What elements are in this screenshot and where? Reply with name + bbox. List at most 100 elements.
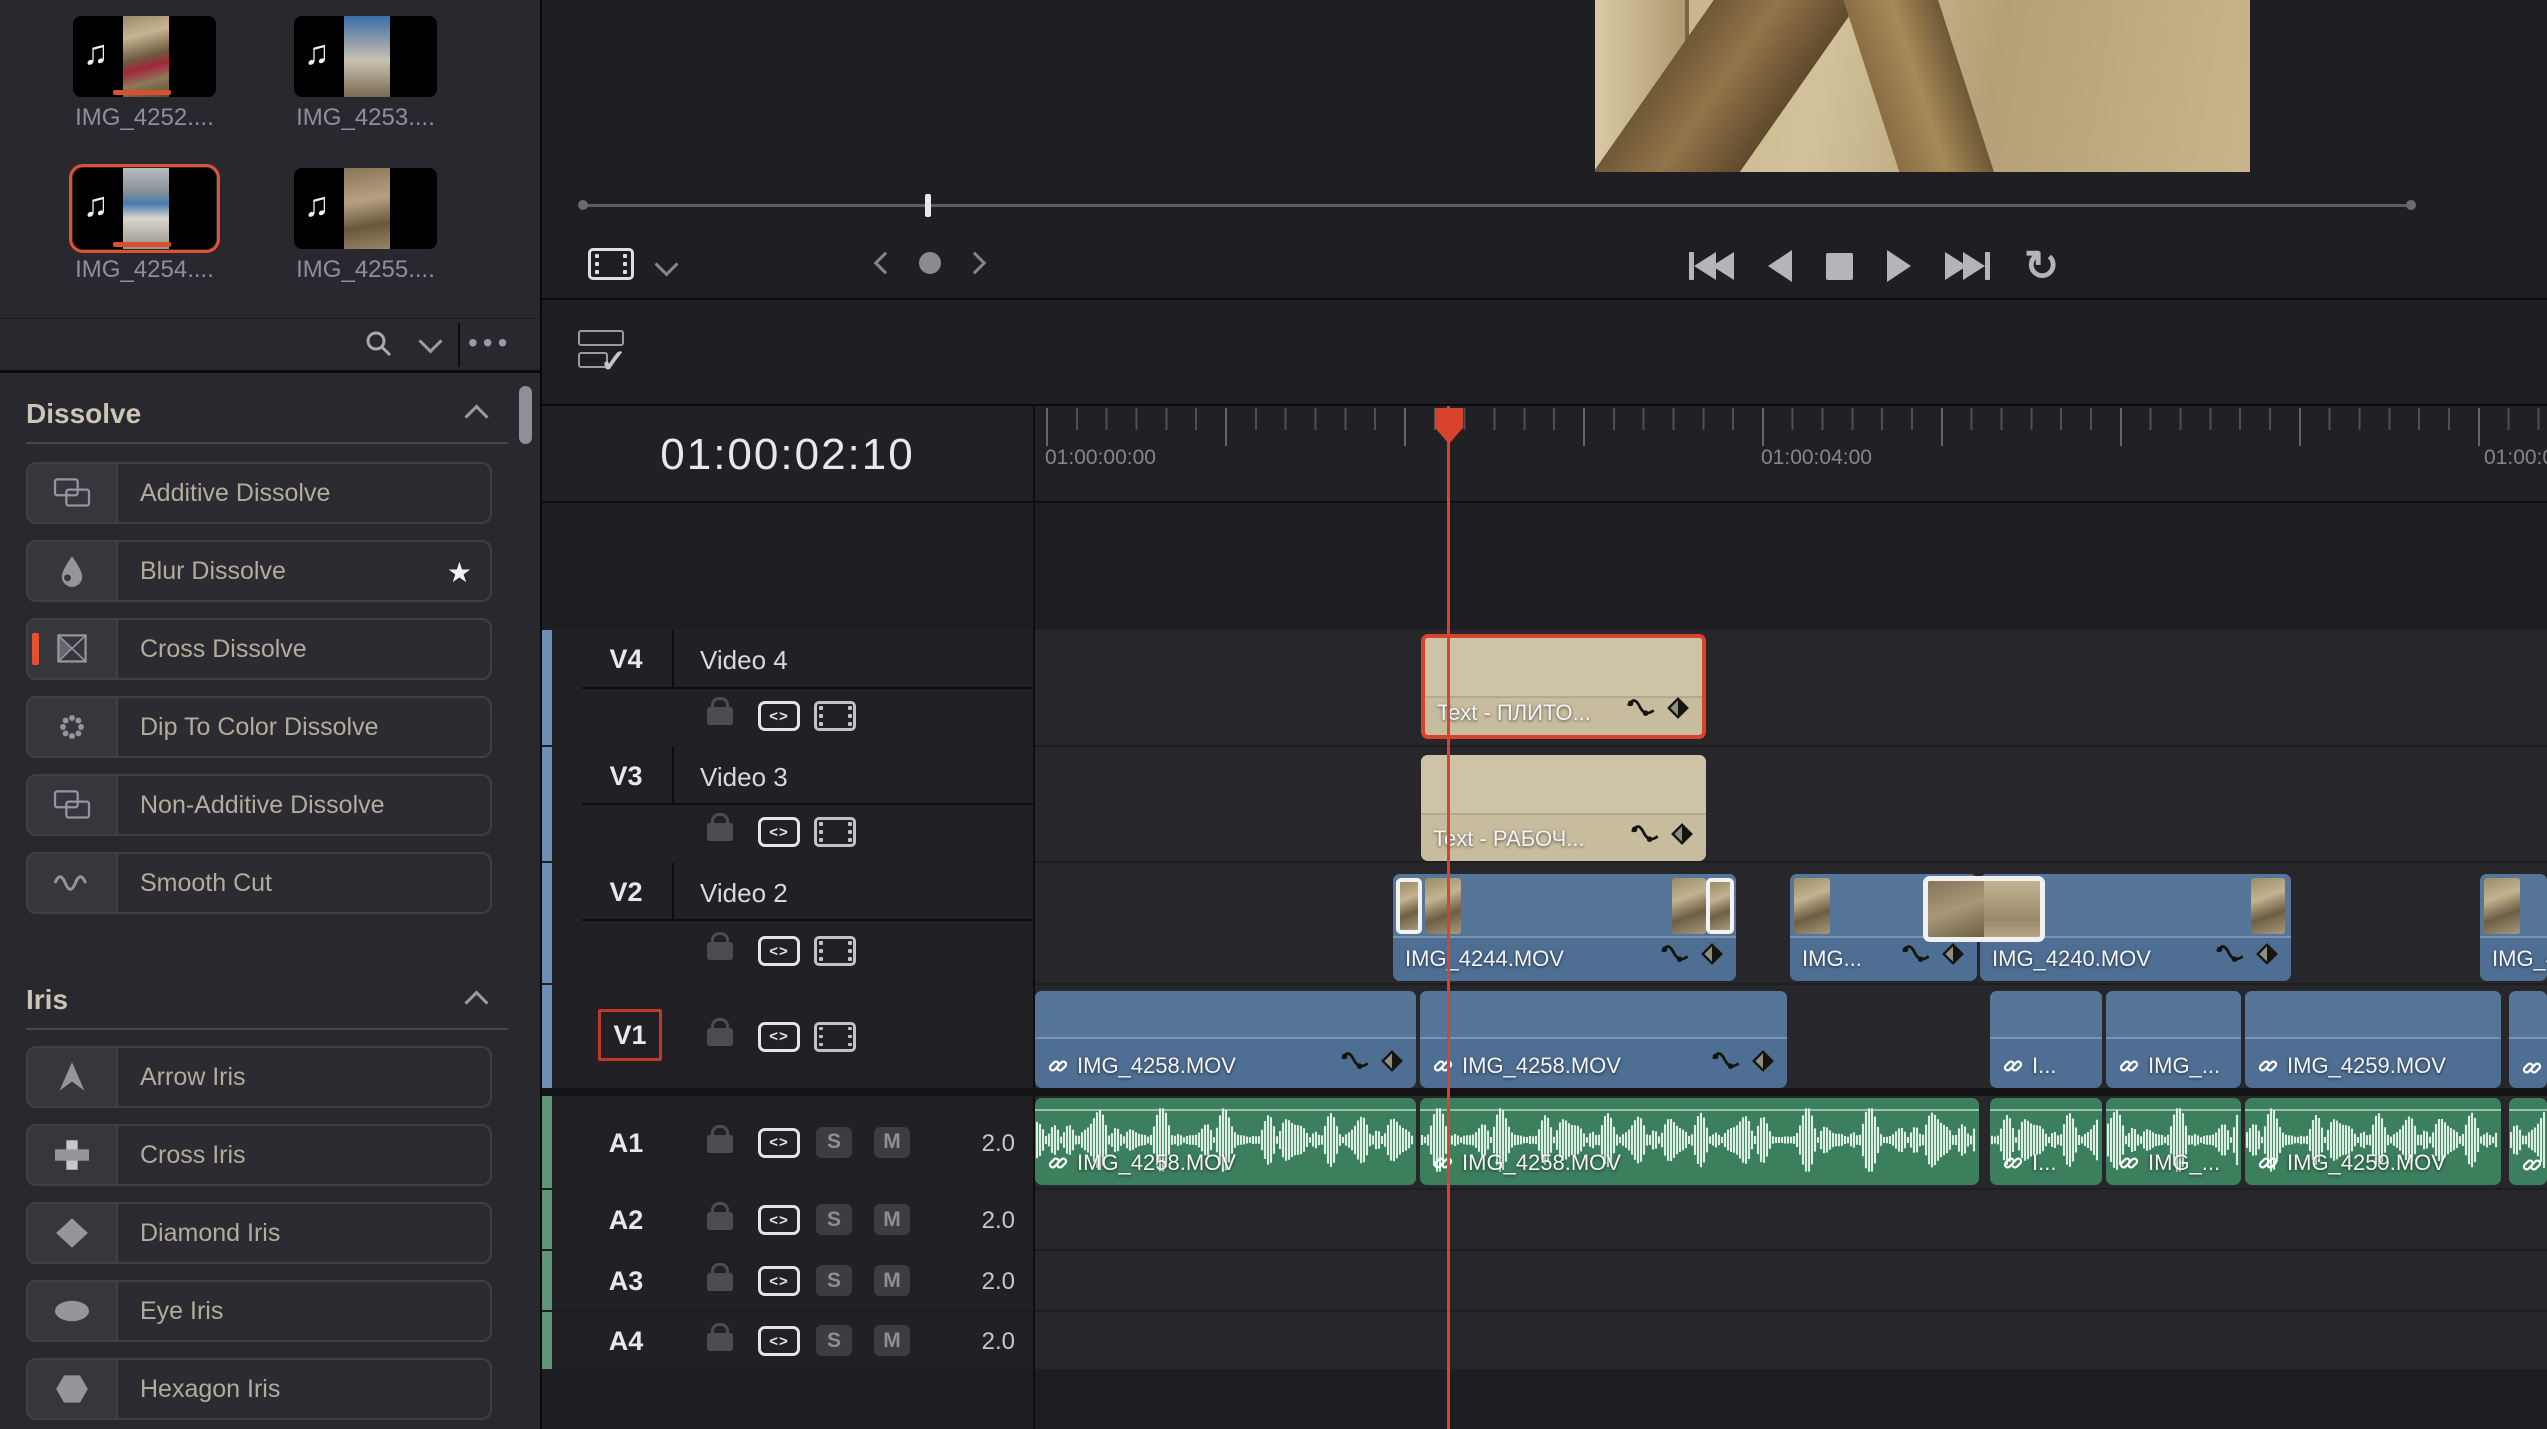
solo-button[interactable]: S: [816, 1325, 852, 1356]
track-lane-v3[interactable]: [1035, 747, 2547, 861]
play-reverse-button[interactable]: [1768, 250, 1792, 282]
media-pool-clip[interactable]: ♫IMG_4254....: [73, 168, 216, 249]
track-frames-view-button[interactable]: [814, 701, 856, 731]
section-collapse-chevron-icon[interactable]: [468, 994, 485, 1016]
solo-button[interactable]: S: [816, 1127, 852, 1158]
lock-track-icon[interactable]: [707, 1135, 733, 1153]
lock-track-icon[interactable]: [707, 1212, 733, 1230]
auto-select-button[interactable]: <>: [758, 701, 800, 731]
clip-keyframe-icon[interactable]: [1666, 696, 1690, 725]
effects-scrollbar[interactable]: [519, 386, 532, 444]
solo-button[interactable]: S: [816, 1265, 852, 1296]
effect-item-cross-dissolve[interactable]: Cross Dissolve: [26, 618, 492, 680]
clip-keyframe-icon[interactable]: [1700, 942, 1724, 971]
go-to-start-button[interactable]: [1689, 252, 1734, 280]
audio-clip[interactable]: IMG_4258.MOV: [1035, 1098, 1416, 1185]
track-label-a2[interactable]: A2: [596, 1205, 656, 1236]
clip-curve-icon[interactable]: [1630, 822, 1660, 851]
clip-curve-icon[interactable]: [1901, 942, 1931, 971]
lock-track-icon[interactable]: [707, 1333, 733, 1351]
lock-track-icon[interactable]: [707, 942, 733, 960]
auto-select-button[interactable]: <>: [758, 817, 800, 847]
clip-keyframe-icon[interactable]: [1751, 1049, 1775, 1078]
previous-marker-icon[interactable]: [874, 252, 897, 275]
auto-select-button[interactable]: <>: [758, 1326, 800, 1356]
mute-button[interactable]: M: [874, 1325, 910, 1356]
lock-track-icon[interactable]: [707, 707, 733, 725]
effect-item-diamond-iris[interactable]: Diamond Iris: [26, 1202, 492, 1264]
audio-clip[interactable]: IMG_...: [2106, 1098, 2241, 1185]
track-label-a4[interactable]: A4: [596, 1326, 656, 1357]
track-lane-a3[interactable]: [1035, 1251, 2547, 1310]
effect-item-smooth-cut[interactable]: Smooth Cut: [26, 852, 492, 914]
clip-keyframe-icon[interactable]: [1380, 1049, 1404, 1078]
seek-playhead-handle[interactable]: [925, 194, 931, 217]
track-label-a3[interactable]: A3: [596, 1266, 656, 1297]
effect-item-arrow-iris[interactable]: Arrow Iris: [26, 1046, 492, 1108]
mute-button[interactable]: M: [874, 1204, 910, 1235]
clip-curve-icon[interactable]: [1626, 696, 1656, 725]
clip-curve-icon[interactable]: [1660, 942, 1690, 971]
media-pool-clip[interactable]: ♫IMG_4255....: [294, 168, 437, 249]
media-pool-clip[interactable]: ♫IMG_4253....: [294, 16, 437, 97]
lock-track-icon[interactable]: [707, 1028, 733, 1046]
video-clip[interactable]: [2509, 991, 2547, 1088]
clip-keyframe-icon[interactable]: [2255, 942, 2279, 971]
media-pool-menu-button[interactable]: •••: [468, 327, 512, 359]
effect-item-eye-iris[interactable]: Eye Iris: [26, 1280, 492, 1342]
loop-button[interactable]: ↻: [2024, 251, 2059, 281]
auto-select-button[interactable]: <>: [758, 1266, 800, 1296]
track-lane-a4[interactable]: [1035, 1312, 2547, 1369]
marker-dot-icon[interactable]: [919, 252, 941, 274]
effect-item-blur-dissolve[interactable]: Blur Dissolve★: [26, 540, 492, 602]
clip-keyframe-icon[interactable]: [1941, 942, 1965, 971]
auto-select-button[interactable]: <>: [758, 1205, 800, 1235]
effect-item-cross-iris[interactable]: Cross Iris: [26, 1124, 492, 1186]
track-label-v3[interactable]: V3: [596, 761, 656, 792]
video-clip[interactable]: IMG_4259.MOV: [2245, 991, 2501, 1088]
lock-track-icon[interactable]: [707, 823, 733, 841]
section-collapse-chevron-icon[interactable]: [468, 408, 485, 430]
mute-button[interactable]: M: [874, 1127, 910, 1158]
video-clip[interactable]: IMG_4258.MOV: [1035, 991, 1416, 1088]
title-clip[interactable]: Text - ПЛИТО...: [1421, 634, 1706, 739]
auto-select-button[interactable]: <>: [758, 936, 800, 966]
track-frames-view-button[interactable]: [814, 936, 856, 966]
effect-item-hexagon-iris[interactable]: Hexagon Iris: [26, 1358, 492, 1420]
video-clip[interactable]: IMG_4: [2480, 874, 2547, 981]
stop-button[interactable]: [1826, 253, 1853, 280]
track-label-v4[interactable]: V4: [596, 644, 656, 675]
video-clip[interactable]: I...: [1990, 991, 2102, 1088]
track-label-v2[interactable]: V2: [596, 877, 656, 908]
search-icon[interactable]: [362, 327, 394, 364]
next-marker-icon[interactable]: [964, 252, 987, 275]
audio-clip[interactable]: [2509, 1098, 2547, 1185]
search-options-chevron-icon[interactable]: [418, 329, 442, 353]
audio-clip[interactable]: IMG_4259.MOV: [2245, 1098, 2501, 1185]
view-mode-chevron-icon[interactable]: [654, 252, 678, 276]
track-lane-v4[interactable]: [1035, 630, 2547, 745]
auto-select-button[interactable]: <>: [758, 1128, 800, 1158]
video-clip[interactable]: IMG_4258.MOV: [1420, 991, 1787, 1088]
track-lane-a2[interactable]: [1035, 1190, 2547, 1249]
timeline-view-options-icon[interactable]: ✓: [578, 328, 634, 376]
mute-button[interactable]: M: [874, 1265, 910, 1296]
track-label-v1-selected[interactable]: V1: [598, 1009, 662, 1061]
lock-track-icon[interactable]: [707, 1273, 733, 1291]
media-pool-clip[interactable]: ♫IMG_4252....: [73, 16, 216, 97]
auto-select-button[interactable]: <>: [758, 1022, 800, 1052]
play-button[interactable]: [1887, 250, 1911, 282]
clip-curve-icon[interactable]: [1711, 1049, 1741, 1078]
clip-curve-icon[interactable]: [1340, 1049, 1370, 1078]
track-label-a1[interactable]: A1: [596, 1128, 656, 1159]
track-frames-view-button[interactable]: [814, 817, 856, 847]
transition-indicator[interactable]: [1923, 876, 2045, 942]
video-clip[interactable]: IMG_...: [2106, 991, 2241, 1088]
track-frames-view-button[interactable]: [814, 1022, 856, 1052]
solo-button[interactable]: S: [816, 1204, 852, 1235]
clip-keyframe-icon[interactable]: [1670, 822, 1694, 851]
clip-view-mode-icon[interactable]: [588, 248, 634, 280]
clip-curve-icon[interactable]: [2215, 942, 2245, 971]
audio-clip[interactable]: IMG_4258.MOV: [1420, 1098, 1979, 1185]
viewer-seek-bar[interactable]: [583, 204, 2411, 207]
